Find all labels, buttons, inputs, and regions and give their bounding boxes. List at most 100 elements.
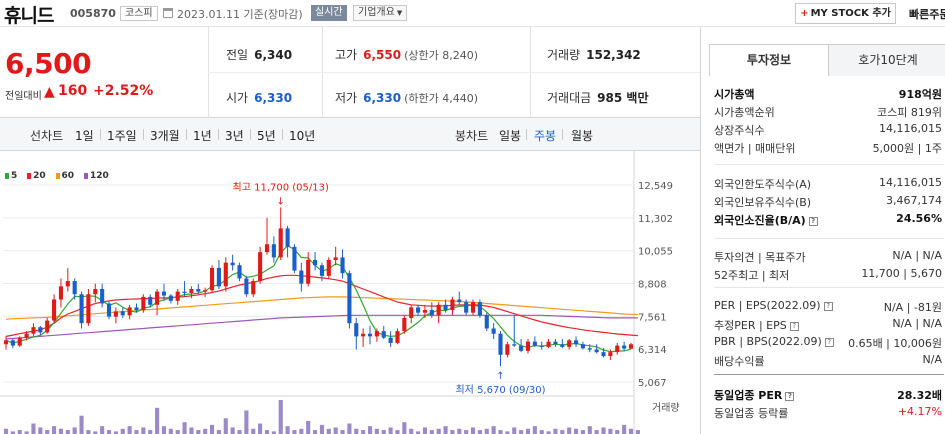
volume-bar — [608, 428, 613, 434]
info-row-value: 14,116,015 — [879, 176, 942, 189]
candle-body — [608, 352, 613, 357]
open-label: 시가 — [226, 91, 249, 105]
candle-body — [113, 311, 118, 317]
chart-svg[interactable]: 12,549 11,302 10,055 8,808 7,561 6,314 5,067 최고… — [0, 151, 700, 434]
candle-body — [38, 327, 43, 333]
volume-bar — [251, 428, 256, 434]
candle-body — [264, 244, 270, 253]
volume-bar — [216, 430, 221, 434]
candle-body — [10, 340, 15, 346]
realtime-button[interactable]: 실시간 — [311, 5, 347, 21]
candle-body — [580, 344, 585, 349]
info-row-value: 28.32배 — [897, 389, 942, 402]
volume-bar — [299, 428, 304, 434]
divider — [186, 129, 187, 140]
info-row-label: 투자의견 | 목표주가 — [714, 251, 806, 264]
volume-bar — [196, 430, 201, 434]
candle-body — [477, 302, 482, 316]
candle-body — [216, 267, 221, 287]
tab-5y[interactable]: 5년 — [257, 127, 276, 144]
tab-1y[interactable]: 1년 — [193, 127, 212, 144]
volume-bar — [203, 428, 208, 434]
info-row-label: 추정PER | EPS? — [714, 317, 799, 333]
candle-body — [285, 228, 290, 247]
candle-body — [86, 294, 91, 324]
help-icon[interactable]: ? — [808, 216, 818, 226]
divider — [208, 72, 700, 73]
candle-body — [622, 345, 627, 349]
stock-code: 005870 — [70, 7, 116, 20]
volume-bar — [326, 428, 331, 434]
candle-body — [93, 288, 98, 295]
candle-body — [333, 257, 338, 261]
volume-bar — [58, 428, 64, 434]
divider — [562, 129, 563, 140]
divider — [143, 129, 144, 140]
volume-bar — [72, 427, 77, 434]
volume-bar — [361, 430, 366, 434]
volume-bar — [512, 427, 517, 434]
info-row: 외국인한도주식수(A) 14,116,015 — [714, 174, 944, 192]
max-annotation: 최고 11,700 (05/13) — [233, 181, 329, 193]
candle-body — [45, 320, 50, 333]
volume-bar — [532, 426, 537, 434]
candle-body — [100, 288, 105, 304]
down-arrow-icon: ↓ — [277, 196, 285, 207]
help-icon[interactable]: ? — [785, 391, 795, 401]
tab-1w[interactable]: 1주일 — [107, 127, 137, 144]
candle-body — [258, 252, 263, 282]
candle-body — [237, 265, 242, 279]
current-price: 6,500 — [5, 47, 92, 80]
market-badge: 코스피 — [120, 6, 158, 21]
high-value: 6,550 — [363, 48, 402, 62]
company-overview-dropdown[interactable]: 기업개요 ▼ — [353, 5, 408, 21]
candle-body — [292, 246, 297, 271]
candle-body — [182, 291, 187, 293]
y-tick-label: 5,067 — [638, 378, 667, 389]
help-icon[interactable]: ? — [789, 321, 799, 331]
min-annotation: 최저 5,670 (09/30) — [455, 384, 545, 396]
volume-bar — [175, 430, 180, 434]
volume-bar — [168, 428, 173, 434]
volume-bar — [319, 424, 324, 434]
candle-body — [319, 265, 324, 276]
volume-bar — [223, 418, 228, 434]
tab-10y[interactable]: 10년 — [289, 127, 315, 144]
candle-body — [278, 228, 283, 258]
volume-bar — [573, 428, 579, 434]
volume-bar — [258, 423, 263, 434]
volume-bar — [601, 427, 606, 434]
volume-bar — [402, 422, 407, 434]
info-row: PER | EPS(2022.09)? N/A | -81원 — [714, 297, 944, 315]
info-row: 상장주식수 14,116,015 — [714, 120, 944, 138]
tab-weekly[interactable]: 주봉 — [534, 127, 556, 144]
calendar-icon — [163, 8, 173, 18]
volume-label: 거래량 — [547, 48, 581, 62]
info-row: 동일업종 등락률 +4.17% — [714, 403, 944, 421]
candle-body — [196, 288, 201, 292]
volume-bar — [52, 426, 57, 434]
volume-bar — [553, 428, 558, 434]
tab-orderbook-10[interactable]: 호가10단계 — [828, 45, 945, 76]
candle-body — [615, 345, 620, 353]
volume-bar — [127, 426, 132, 434]
change-label: 전일대비 — [5, 91, 42, 102]
add-my-stock-button[interactable]: + MY STOCK 추가 — [795, 3, 896, 24]
volume-bar — [141, 427, 146, 434]
quick-order-link[interactable]: 빠른주문 — [909, 6, 945, 22]
volume-bar — [106, 430, 112, 434]
tab-investment-info[interactable]: 투자정보 — [710, 45, 828, 76]
open-value: 6,330 — [254, 91, 293, 105]
tab-1d[interactable]: 1일 — [75, 127, 94, 144]
help-icon[interactable]: ? — [823, 301, 833, 311]
tab-monthly[interactable]: 월봉 — [571, 127, 593, 144]
tab-3m[interactable]: 3개월 — [150, 127, 180, 144]
tab-3y[interactable]: 3년 — [225, 127, 244, 144]
candle-body — [628, 344, 634, 349]
candle-body — [491, 328, 496, 334]
volume-bar — [100, 426, 105, 434]
volume-bar — [3, 428, 9, 434]
prev-close: 전일 6,340 — [226, 46, 292, 63]
help-icon[interactable]: ? — [824, 337, 834, 347]
tab-daily[interactable]: 일봉 — [499, 127, 521, 144]
